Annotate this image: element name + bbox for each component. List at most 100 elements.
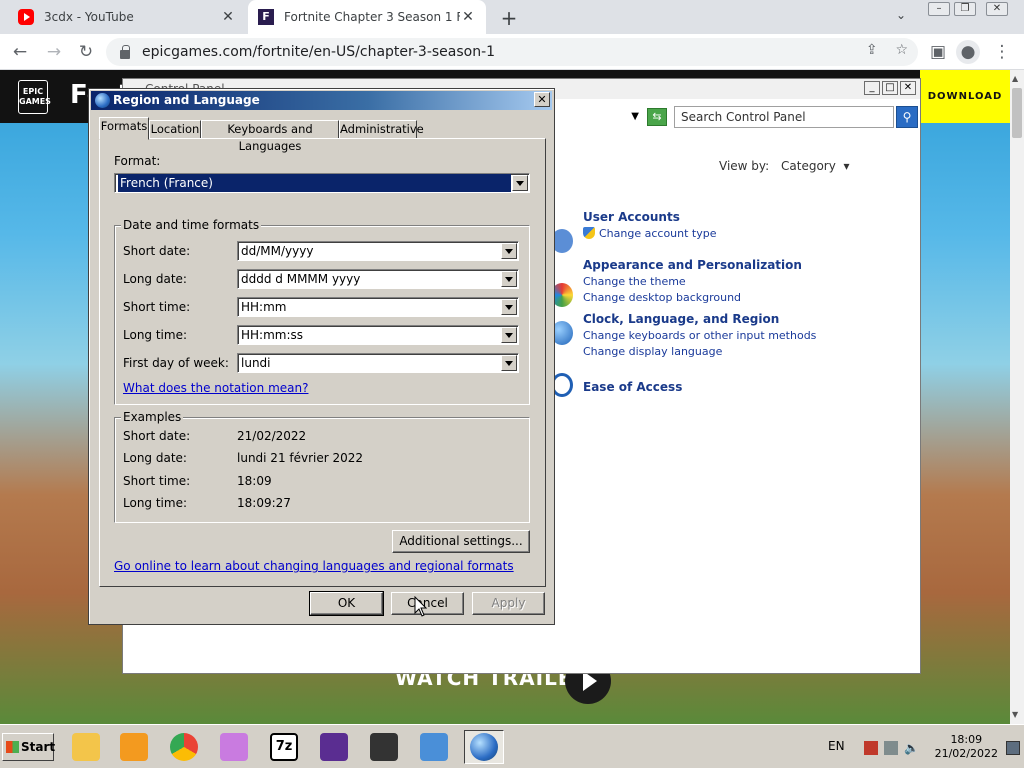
- scroll-up-icon[interactable]: ▲: [1012, 74, 1018, 83]
- forward-icon[interactable]: →: [42, 40, 66, 64]
- tab-keyboards-languages[interactable]: Keyboards and Languages: [201, 120, 339, 153]
- close-button[interactable]: ✕: [986, 2, 1008, 16]
- format-dropdown[interactable]: French (France): [114, 173, 530, 193]
- online-help-link[interactable]: Go online to learn about changing langua…: [114, 559, 514, 573]
- dialog-titlebar: Region and Language ✕: [91, 91, 552, 110]
- category-heading[interactable]: Clock, Language, and Region: [583, 312, 816, 326]
- chevron-down-icon[interactable]: [501, 355, 517, 371]
- network-icon[interactable]: [884, 741, 898, 755]
- category-heading[interactable]: Ease of Access: [583, 380, 682, 394]
- chevron-down-icon[interactable]: [512, 175, 528, 191]
- action-center-icon[interactable]: [864, 741, 878, 755]
- game-app-icon[interactable]: [314, 730, 354, 764]
- show-desktop-icon[interactable]: [1006, 741, 1020, 755]
- avatar-app-icon[interactable]: [364, 730, 404, 764]
- language-indicator[interactable]: EN: [828, 739, 845, 753]
- long-date-dropdown[interactable]: dddd d MMMM yyyy: [237, 269, 519, 289]
- category-link[interactable]: Change the theme: [583, 275, 802, 288]
- chevron-down-icon[interactable]: [501, 327, 517, 343]
- refresh-icon[interactable]: ⇆: [647, 108, 667, 126]
- cp-maximize-button[interactable]: □: [882, 81, 898, 95]
- category-link[interactable]: Change account type: [583, 227, 717, 240]
- category-heading[interactable]: User Accounts: [583, 210, 717, 224]
- long-time-dropdown[interactable]: HH:mm:ss: [237, 325, 519, 345]
- clock[interactable]: 18:09 21/02/2022: [935, 733, 998, 761]
- short-time-dropdown[interactable]: HH:mm: [237, 297, 519, 317]
- bookmark-star-icon[interactable]: ☆: [895, 42, 908, 58]
- volume-icon[interactable]: 🔈: [904, 741, 919, 755]
- cp-close-button[interactable]: ✕: [900, 81, 916, 95]
- tab-formats[interactable]: Formats: [99, 117, 149, 140]
- chevron-down-icon[interactable]: [501, 271, 517, 287]
- tab-fortnite[interactable]: F Fortnite Chapter 3 Season 1 Flipped ✕: [248, 0, 486, 34]
- minimize-button[interactable]: –: [928, 2, 950, 16]
- chevron-down-icon[interactable]: [501, 243, 517, 259]
- formats-panel: Format: French (France) Date and time fo…: [99, 138, 546, 587]
- close-tab-icon[interactable]: ✕: [460, 9, 476, 25]
- chevron-down-icon[interactable]: ▾: [840, 159, 849, 173]
- search-input[interactable]: Search Control Panel: [674, 106, 894, 128]
- profile-avatar-icon[interactable]: ●: [956, 40, 980, 64]
- file-explorer-icon[interactable]: [66, 730, 106, 764]
- page-scrollbar[interactable]: ▲ ▼: [1010, 70, 1024, 724]
- tab-youtube[interactable]: 3cdx - YouTube ✕: [8, 0, 246, 34]
- group-label: Examples: [121, 410, 184, 424]
- category-user-accounts: User Accounts Change account type: [583, 210, 717, 240]
- short-date-dropdown[interactable]: dd/MM/yyyy: [237, 241, 519, 261]
- view-by-label: View by:: [719, 159, 770, 173]
- category-link[interactable]: Change display language: [583, 345, 816, 358]
- example-label: Long time:: [123, 496, 188, 510]
- scrollbar-thumb[interactable]: [1012, 88, 1022, 138]
- search-icon[interactable]: ⚲: [896, 106, 918, 128]
- taskbar: Start 7z EN 🔈 18:09 21/02/2022: [0, 724, 1024, 768]
- close-tab-icon[interactable]: ✕: [220, 9, 236, 25]
- long-date-label: Long date:: [123, 272, 187, 286]
- first-day-dropdown[interactable]: lundi: [237, 353, 519, 373]
- tab-administrative[interactable]: Administrative: [339, 120, 424, 139]
- scroll-down-icon[interactable]: ▼: [1012, 710, 1018, 719]
- dialog-close-button[interactable]: ✕: [534, 92, 550, 107]
- category-link[interactable]: Change keyboards or other input methods: [583, 329, 816, 342]
- category-heading[interactable]: Appearance and Personalization: [583, 258, 802, 272]
- side-panel-icon[interactable]: ▣: [926, 40, 950, 64]
- format-label: Format:: [114, 154, 161, 168]
- reload-icon[interactable]: ↻: [74, 40, 98, 64]
- globe-icon: [95, 93, 110, 108]
- mouse-cursor-icon: [414, 596, 428, 617]
- short-time-label: Short time:: [123, 300, 191, 314]
- notation-help-link[interactable]: What does the notation mean?: [123, 381, 308, 395]
- region-language-icon[interactable]: [464, 730, 504, 764]
- cp-minimize-button[interactable]: _: [864, 81, 880, 95]
- restore-button[interactable]: ❐: [954, 2, 976, 16]
- examples-group: Examples Short date: 21/02/2022 Long dat…: [114, 410, 530, 523]
- apply-button[interactable]: Apply: [472, 592, 545, 615]
- download-button[interactable]: DOWNLOAD: [920, 70, 1010, 123]
- media-player-icon[interactable]: [114, 730, 154, 764]
- menu-kebab-icon[interactable]: ⋮: [990, 40, 1014, 64]
- chrome-icon[interactable]: [164, 730, 204, 764]
- gem-app-icon[interactable]: [214, 730, 254, 764]
- tab-search-icon[interactable]: ⌄: [896, 8, 906, 22]
- first-day-label: First day of week:: [123, 356, 229, 370]
- example-label: Short date:: [123, 429, 191, 443]
- address-bar[interactable]: epicgames.com/fortnite/en-US/chapter-3-s…: [106, 38, 918, 66]
- back-icon[interactable]: ←: [8, 40, 32, 64]
- fortnite-icon: F: [258, 9, 274, 25]
- chevron-down-icon[interactable]: [501, 299, 517, 315]
- long-date-value: dddd d MMMM yyyy: [241, 272, 361, 286]
- control-panel-icon[interactable]: [414, 730, 454, 764]
- view-by-value[interactable]: Category: [781, 159, 836, 173]
- ok-button[interactable]: OK: [309, 591, 384, 616]
- category-link[interactable]: Change desktop background: [583, 291, 802, 304]
- tab-location[interactable]: Location: [149, 120, 201, 139]
- start-button[interactable]: Start: [2, 733, 55, 761]
- url-text: epicgames.com/fortnite/en-US/chapter-3-s…: [142, 44, 496, 60]
- additional-settings-button[interactable]: Additional settings...: [392, 530, 530, 553]
- address-dropdown-icon[interactable]: ▼: [553, 106, 643, 128]
- 7zip-icon[interactable]: 7z: [264, 730, 304, 764]
- share-icon[interactable]: ⇪ ☆: [866, 42, 908, 58]
- short-time-value: HH:mm: [241, 300, 287, 314]
- view-by-control[interactable]: View by: Category ▾: [719, 159, 850, 173]
- new-tab-button[interactable]: +: [498, 6, 520, 30]
- epic-games-logo[interactable]: EPIC GAMES: [18, 80, 51, 114]
